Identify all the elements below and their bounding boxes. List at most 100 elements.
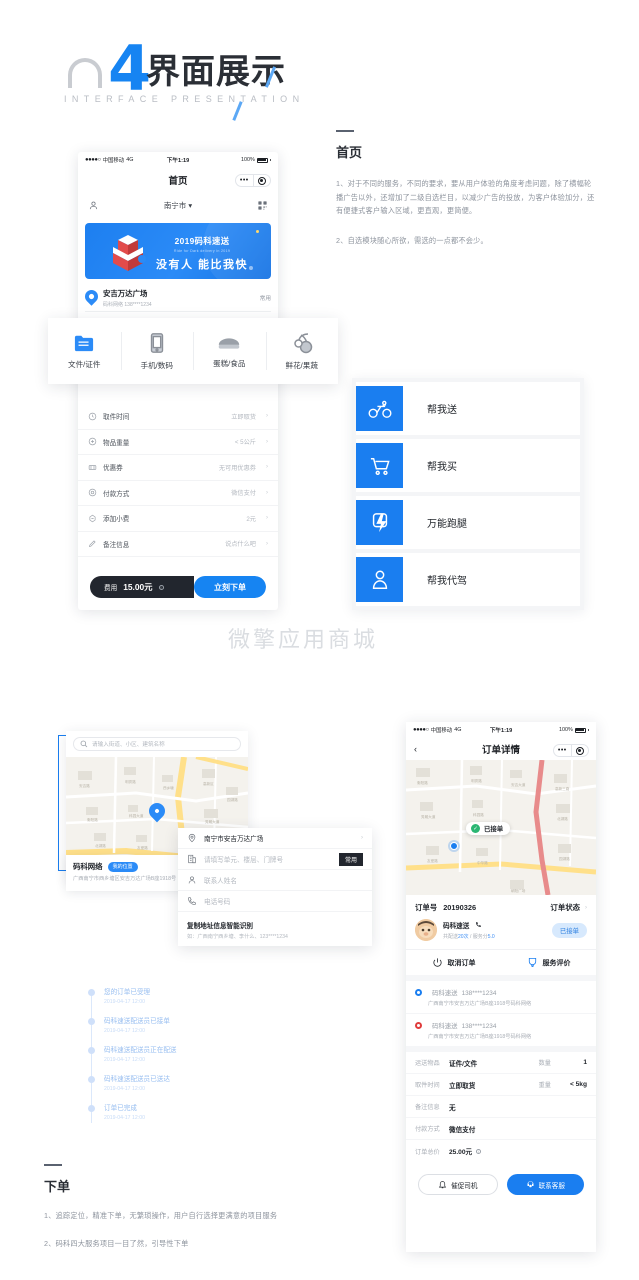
category-item-food[interactable]: 蛋糕/食品 xyxy=(193,318,266,384)
submit-order-button[interactable]: 立刻下单 xyxy=(194,576,266,598)
svg-text:科园大道: 科园大道 xyxy=(129,813,144,818)
svg-text:西乡塘: 西乡塘 xyxy=(163,785,174,790)
pickup-address-row[interactable]: 安吉万达广场 码科网络 138****1234 常用 xyxy=(82,285,271,311)
battery-icon xyxy=(256,157,268,163)
poi-name: 码科网络 xyxy=(73,862,103,871)
service-card-driver[interactable]: 帮我代驾 xyxy=(356,553,580,606)
city-selector[interactable]: 南宁市 ▾ xyxy=(99,200,257,211)
point-address: 广西南宁市安吉万达广场B座1918号码科网络 xyxy=(428,1001,532,1007)
more-dots-icon[interactable]: ••• xyxy=(236,177,253,184)
order-timeline: 您的订单已受理 2019-04-17 12:00 码科速送配送员已接单 2019… xyxy=(88,986,268,1131)
timeline-item: 码科速送配送员已送达 2019-04-17 12:00 xyxy=(88,1073,268,1102)
detail-key2: 重量 xyxy=(538,1082,551,1089)
order-status-label[interactable]: 订单状态 xyxy=(550,902,580,913)
detail-key2: 数量 xyxy=(538,1060,551,1067)
address-row-contact[interactable]: 联系人姓名 xyxy=(178,870,372,891)
form-row-payment[interactable]: 付款方式 微信支付 › xyxy=(78,481,278,506)
detail-row-payment: 付款方式 微信支付 xyxy=(406,1118,596,1140)
network-label: 4G xyxy=(454,727,462,733)
contact-name-input[interactable]: 联系人姓名 xyxy=(204,875,237,885)
category-item-digital[interactable]: 手机/数码 xyxy=(120,318,194,384)
location-icon xyxy=(188,833,196,843)
chevron-right-icon: › xyxy=(266,540,268,547)
form-row-tip[interactable]: 添加小费 2元 › xyxy=(78,506,278,532)
form-row-coupon[interactable]: 优惠券 无可用优惠券 › xyxy=(78,455,278,481)
form-row-weight[interactable]: 物品重量 < 5公斤 › xyxy=(78,430,278,455)
service-card-delivery[interactable]: 帮我送 xyxy=(356,382,580,435)
smart-paste-block[interactable]: 复制地址信息智能识别 如：广西南宁西乡塘、李什么、123****1234 xyxy=(178,912,372,940)
svg-text:秀厢大道: 秀厢大道 xyxy=(205,819,220,824)
timeline-dot xyxy=(88,989,95,996)
nav-bar: ‹ 订单详情 ••• xyxy=(406,738,596,760)
carrier-label: 中国移动 xyxy=(102,158,125,164)
wechat-capsule[interactable]: ••• xyxy=(553,744,589,757)
search-input[interactable]: 请输入街道、小区、建筑名称 xyxy=(92,740,165,748)
cancel-order-button[interactable]: 取消订单 xyxy=(406,950,501,975)
order-desc-title: 下单 xyxy=(44,1179,71,1194)
address-value: 南宁市安吉万达广场 xyxy=(204,836,264,843)
order-map[interactable]: 衡阳路 明秀路 安吉大道 高新三路 秀厢大道 科园路 北湖路 友爱路 中华路 园湖路 朝阳广场… xyxy=(406,759,596,896)
page-title: 订单详情 xyxy=(481,745,520,756)
service-review-button[interactable]: 服务评价 xyxy=(501,950,596,975)
address-name: 安吉万达广场 xyxy=(103,289,148,298)
wechat-capsule[interactable]: ••• xyxy=(235,174,271,187)
frequent-tag[interactable]: 常用 xyxy=(338,852,363,866)
courier-name-text: 码科速送 xyxy=(443,923,470,930)
svg-text:高新三路: 高新三路 xyxy=(555,786,570,791)
svg-text:北湖路: 北湖路 xyxy=(557,816,568,821)
info-icon[interactable]: i xyxy=(158,584,164,590)
detail-key: 取件时间 xyxy=(415,1082,440,1089)
bell-icon xyxy=(438,1181,447,1189)
service-label: 帮我送 xyxy=(427,405,457,416)
address-row-location[interactable]: 南宁市安吉万达广场 › xyxy=(178,828,372,849)
banner-line2: Ride for Dark delivery in 2019 xyxy=(173,248,231,253)
category-item-flowers[interactable]: 鲜花/果蔬 xyxy=(265,318,339,384)
folder-icon xyxy=(75,335,94,351)
order-no-value: 20190326 xyxy=(443,903,477,912)
courier-row: 码科速送 共配送20次 / 服务分5.0 已接单 xyxy=(406,919,596,949)
info-icon[interactable]: i xyxy=(476,1148,482,1154)
detail-value: 25.00元 xyxy=(449,1149,473,1156)
phone-input[interactable]: 电话号码 xyxy=(204,896,230,906)
category-item-documents[interactable]: 文件/证件 xyxy=(48,318,121,384)
home-description: 首页 1、对于不同的服务，不同的要求，要从用户体验的角度考虑问题，除了横幅轮播广… xyxy=(336,130,598,247)
point-name: 码科速送 138****1234 xyxy=(428,1021,531,1030)
address-row-phone[interactable]: 电话号码 xyxy=(178,891,372,912)
button-label: 催促司机 xyxy=(451,1182,478,1190)
promo-banner[interactable]: 2019码科速送 Ride for Dark delivery in 2019 … xyxy=(85,223,271,279)
form-row-pickup-time[interactable]: 取件时间 立即取货 › xyxy=(78,404,278,430)
back-icon[interactable]: ‹ xyxy=(414,744,417,754)
power-icon xyxy=(432,958,442,967)
chevron-right-icon: › xyxy=(266,489,268,496)
form-label: 备注信息 xyxy=(103,541,130,549)
decor-blue-bracket xyxy=(58,735,66,871)
urge-driver-button[interactable]: 催促司机 xyxy=(418,1174,498,1195)
service-card-errand[interactable]: 万能跑腿 xyxy=(356,496,580,549)
phone-order-detail-mockup: ●●●●○ 中国移动 4G 下午1:19 100% ‹ 订单详情 ••• 衡阳路… xyxy=(406,722,596,1252)
more-dots-icon[interactable]: ••• xyxy=(554,747,571,754)
detail-row-goods: 运送物品 证件/文件 数量 1 xyxy=(406,1052,596,1074)
user-icon[interactable] xyxy=(88,200,99,211)
service-card-shopping[interactable]: 帮我买 xyxy=(356,439,580,492)
phone-call-icon[interactable] xyxy=(475,921,482,928)
point-name: 码科速送 138****1234 xyxy=(428,988,531,997)
close-target-icon[interactable] xyxy=(571,746,588,755)
timeline-text: 码科速送配送员已接单 xyxy=(104,1018,170,1025)
caption-dash xyxy=(44,1164,62,1166)
weight-icon xyxy=(88,438,97,446)
form-row-note[interactable]: 备注信息 说点什么吧 › xyxy=(78,532,278,557)
unit-input[interactable]: 请填写单元、楼层、门牌号 xyxy=(204,854,283,864)
form-label: 取件时间 xyxy=(103,414,130,422)
close-target-icon[interactable] xyxy=(253,176,270,185)
svg-text:秀厢大道: 秀厢大道 xyxy=(421,814,436,819)
timeline-dot xyxy=(88,1076,95,1083)
svg-text:北湖路: 北湖路 xyxy=(95,843,106,848)
fee-display: 费用 15.00元 i xyxy=(90,576,194,598)
contact-support-button[interactable]: 联系客服 xyxy=(506,1174,584,1195)
detail-value2: 1 xyxy=(583,1059,587,1066)
address-form-card: 南宁市安吉万达广场 › 请填写单元、楼层、门牌号 常用 联系人姓名 电话号码 复… xyxy=(178,828,372,946)
address-row-unit[interactable]: 请填写单元、楼层、门牌号 常用 xyxy=(178,849,372,870)
detail-value: 立即取货 xyxy=(449,1082,476,1090)
scan-icon[interactable] xyxy=(257,200,268,211)
map-search-bar[interactable]: 请输入街道、小区、建筑名称 xyxy=(73,737,241,751)
